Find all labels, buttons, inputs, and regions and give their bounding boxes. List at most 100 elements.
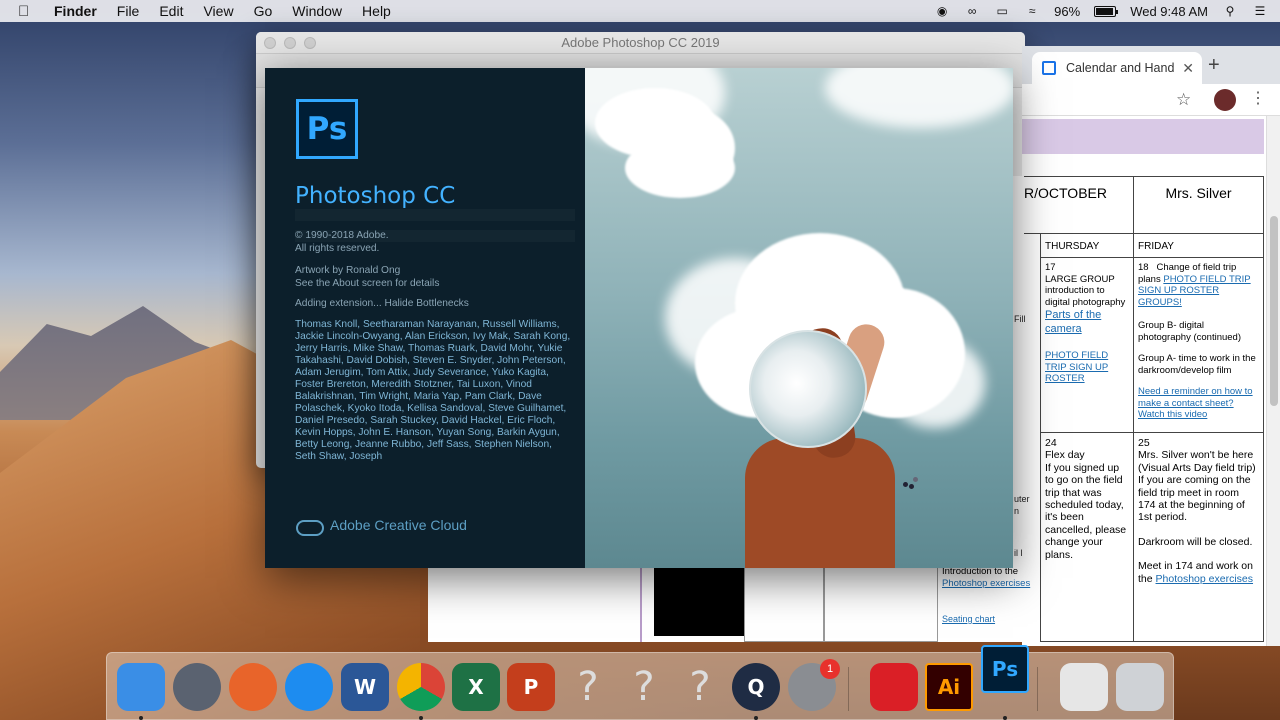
seating-chart-link[interactable]: Seating chart xyxy=(942,614,995,624)
safari-icon[interactable] xyxy=(285,663,333,711)
creative-cloud-icon[interactable] xyxy=(870,663,918,711)
running-indicator xyxy=(419,716,423,720)
intro-photoshop-link[interactable]: Photoshop exercises xyxy=(942,578,1038,590)
menu-view[interactable]: View xyxy=(203,3,233,19)
running-indicator xyxy=(139,716,143,720)
question-icon-2[interactable]: ? xyxy=(620,663,668,711)
quicktime-icon[interactable]: Q xyxy=(732,663,780,711)
calendar-cell-24: 24 Flex day If you signed up to go on th… xyxy=(1040,432,1134,642)
apple-menu-icon[interactable]:  xyxy=(18,3,36,20)
cell-24-text: If you signed up to go on the field trip… xyxy=(1045,461,1127,561)
running-indicator xyxy=(754,716,758,720)
airplay-icon[interactable]: ▭ xyxy=(994,4,1010,18)
field-trip-roster-link[interactable]: PHOTO FIELD TRIP SIGN UP ROSTER xyxy=(1045,350,1129,385)
chrome-tab[interactable]: Calendar and Hand ✕ xyxy=(1032,52,1202,84)
chrome-icon[interactable] xyxy=(397,663,445,711)
cloud xyxy=(885,338,985,428)
calendar-cell-25: 25 Mrs. Silver won't be here (Visual Art… xyxy=(1133,432,1264,642)
firefox-icon[interactable] xyxy=(229,663,277,711)
menu-file[interactable]: File xyxy=(117,3,140,19)
cell-25-text2: Darkroom will be closed. xyxy=(1138,535,1253,548)
minimize-button[interactable] xyxy=(284,36,296,49)
cloud xyxy=(625,138,735,198)
excel-icon[interactable]: X xyxy=(452,663,500,711)
mirror xyxy=(749,330,867,448)
powerpoint-icon[interactable]: P xyxy=(507,663,555,711)
menu-app-name[interactable]: Finder xyxy=(54,3,97,19)
loading-status: Adding extension... Halide Bottlenecks xyxy=(295,298,469,309)
bleed-text-uter: uter xyxy=(1014,494,1030,504)
question-icon-3[interactable]: ? xyxy=(676,663,724,711)
bookmark-star-icon[interactable]: ☆ xyxy=(1176,90,1191,110)
calendar-cell-17: 17 LARGE GROUP introduction to digital p… xyxy=(1040,257,1134,433)
close-button[interactable] xyxy=(264,36,276,49)
photoshop-logo: Ps xyxy=(296,99,358,159)
trash-icon[interactable] xyxy=(1116,663,1164,711)
notification-center-icon[interactable]: ☰ xyxy=(1252,4,1268,18)
doc-edge xyxy=(640,566,642,642)
splash-band xyxy=(295,209,575,221)
dock-separator xyxy=(1037,667,1038,711)
bleed-text-l: il l xyxy=(1014,548,1023,558)
day-header-friday: FRIDAY xyxy=(1133,233,1264,258)
product-title: Photoshop CC xyxy=(295,183,456,209)
cell-17-line2: introduction to digital photography xyxy=(1045,285,1126,308)
scrollbar-thumb[interactable] xyxy=(1270,216,1278,406)
chrome-tabstrip: Calendar and Hand ✕ + xyxy=(1022,46,1280,84)
record-icon[interactable]: ◉ xyxy=(934,4,950,18)
menu-window[interactable]: Window xyxy=(292,3,342,19)
credits-text: Thomas Knoll, Seetharaman Narayanan, Rus… xyxy=(295,319,571,462)
illustrator-icon[interactable]: Ai xyxy=(925,663,973,711)
intro-cell: Introduction to the Photoshop exercises xyxy=(942,566,1038,590)
cell-18-date: 18 xyxy=(1138,262,1149,273)
photoshop-icon[interactable]: Ps xyxy=(981,645,1029,693)
word-icon[interactable]: W xyxy=(341,663,389,711)
photoshop-exercises-link[interactable]: Photoshop exercises xyxy=(1156,573,1253,585)
bleed-text-n: n xyxy=(1014,506,1020,516)
cell-18-group-b: Group B- digital photography (continued) xyxy=(1138,320,1241,343)
wifi-icon[interactable]: ≈ xyxy=(1024,4,1040,18)
copyright-text: © 1990-2018 Adobe. All rights reserved. xyxy=(295,229,389,255)
creative-cloud-menu-icon[interactable]: ∞ xyxy=(964,4,980,18)
close-tab-icon[interactable]: ✕ xyxy=(1182,60,1194,77)
cell-24-title: Flex day xyxy=(1045,449,1085,462)
artwork-line-2: See the About screen for details xyxy=(295,278,440,289)
zoom-button[interactable] xyxy=(304,36,316,49)
question-icon-1[interactable]: ? xyxy=(564,663,612,711)
splash-info-panel: Ps Photoshop CC © 1990-2018 Adobe. All r… xyxy=(265,68,585,568)
profile-avatar[interactable] xyxy=(1214,89,1236,111)
battery-percent[interactable]: 96% xyxy=(1054,4,1080,19)
finder-icon[interactable] xyxy=(117,663,165,711)
menu-go[interactable]: Go xyxy=(254,3,273,19)
system-preferences-icon[interactable]: 1 xyxy=(788,659,840,711)
cell-24-date: 24 xyxy=(1045,437,1057,449)
menu-clock[interactable]: Wed 9:48 AM xyxy=(1130,4,1208,19)
chrome-menu-icon[interactable]: ⋮ xyxy=(1250,88,1266,108)
cell-18-group-a: Group A- time to work in the darkroom/de… xyxy=(1138,353,1256,376)
contact-sheet-video-link[interactable]: Need a reminder on how to make a contact… xyxy=(1138,386,1259,421)
menu-edit[interactable]: Edit xyxy=(159,3,183,19)
dock: W X P??? Q 1 Ai Ps xyxy=(106,645,1174,720)
menu-help[interactable]: Help xyxy=(362,3,391,19)
cell-17-line1: LARGE GROUP xyxy=(1045,273,1115,285)
window-controls xyxy=(264,36,316,49)
chrome-address-bar[interactable]: ☆ ⋮ xyxy=(1022,84,1280,116)
chrome-scrollbar[interactable] xyxy=(1266,116,1280,646)
day-header-thursday: THURSDAY xyxy=(1040,233,1134,258)
cell-25-date: 25 xyxy=(1138,437,1150,449)
calendar-month: R/OCTOBER xyxy=(1024,176,1134,234)
cell-17-date: 17 xyxy=(1045,262,1056,273)
parts-of-camera-link[interactable]: Parts of the camera xyxy=(1045,308,1129,336)
doc-header-band xyxy=(1022,119,1264,154)
spotlight-search-icon[interactable]: ⚲ xyxy=(1222,4,1238,18)
calendar-cell-18: 18 Change of field trip plans PHOTO FIEL… xyxy=(1133,257,1264,433)
finder-titlebar[interactable]: Adobe Photoshop CC 2019 xyxy=(256,32,1025,54)
documents-icon[interactable] xyxy=(1060,663,1108,711)
calendar-teacher: Mrs. Silver xyxy=(1133,176,1264,234)
battery-icon[interactable] xyxy=(1094,5,1119,17)
launchpad-icon[interactable] xyxy=(173,663,221,711)
new-tab-button[interactable]: + xyxy=(1208,54,1220,77)
creative-cloud-logo-icon xyxy=(296,516,324,536)
finder-window-title: Adobe Photoshop CC 2019 xyxy=(561,35,720,50)
table-cell xyxy=(744,566,824,642)
